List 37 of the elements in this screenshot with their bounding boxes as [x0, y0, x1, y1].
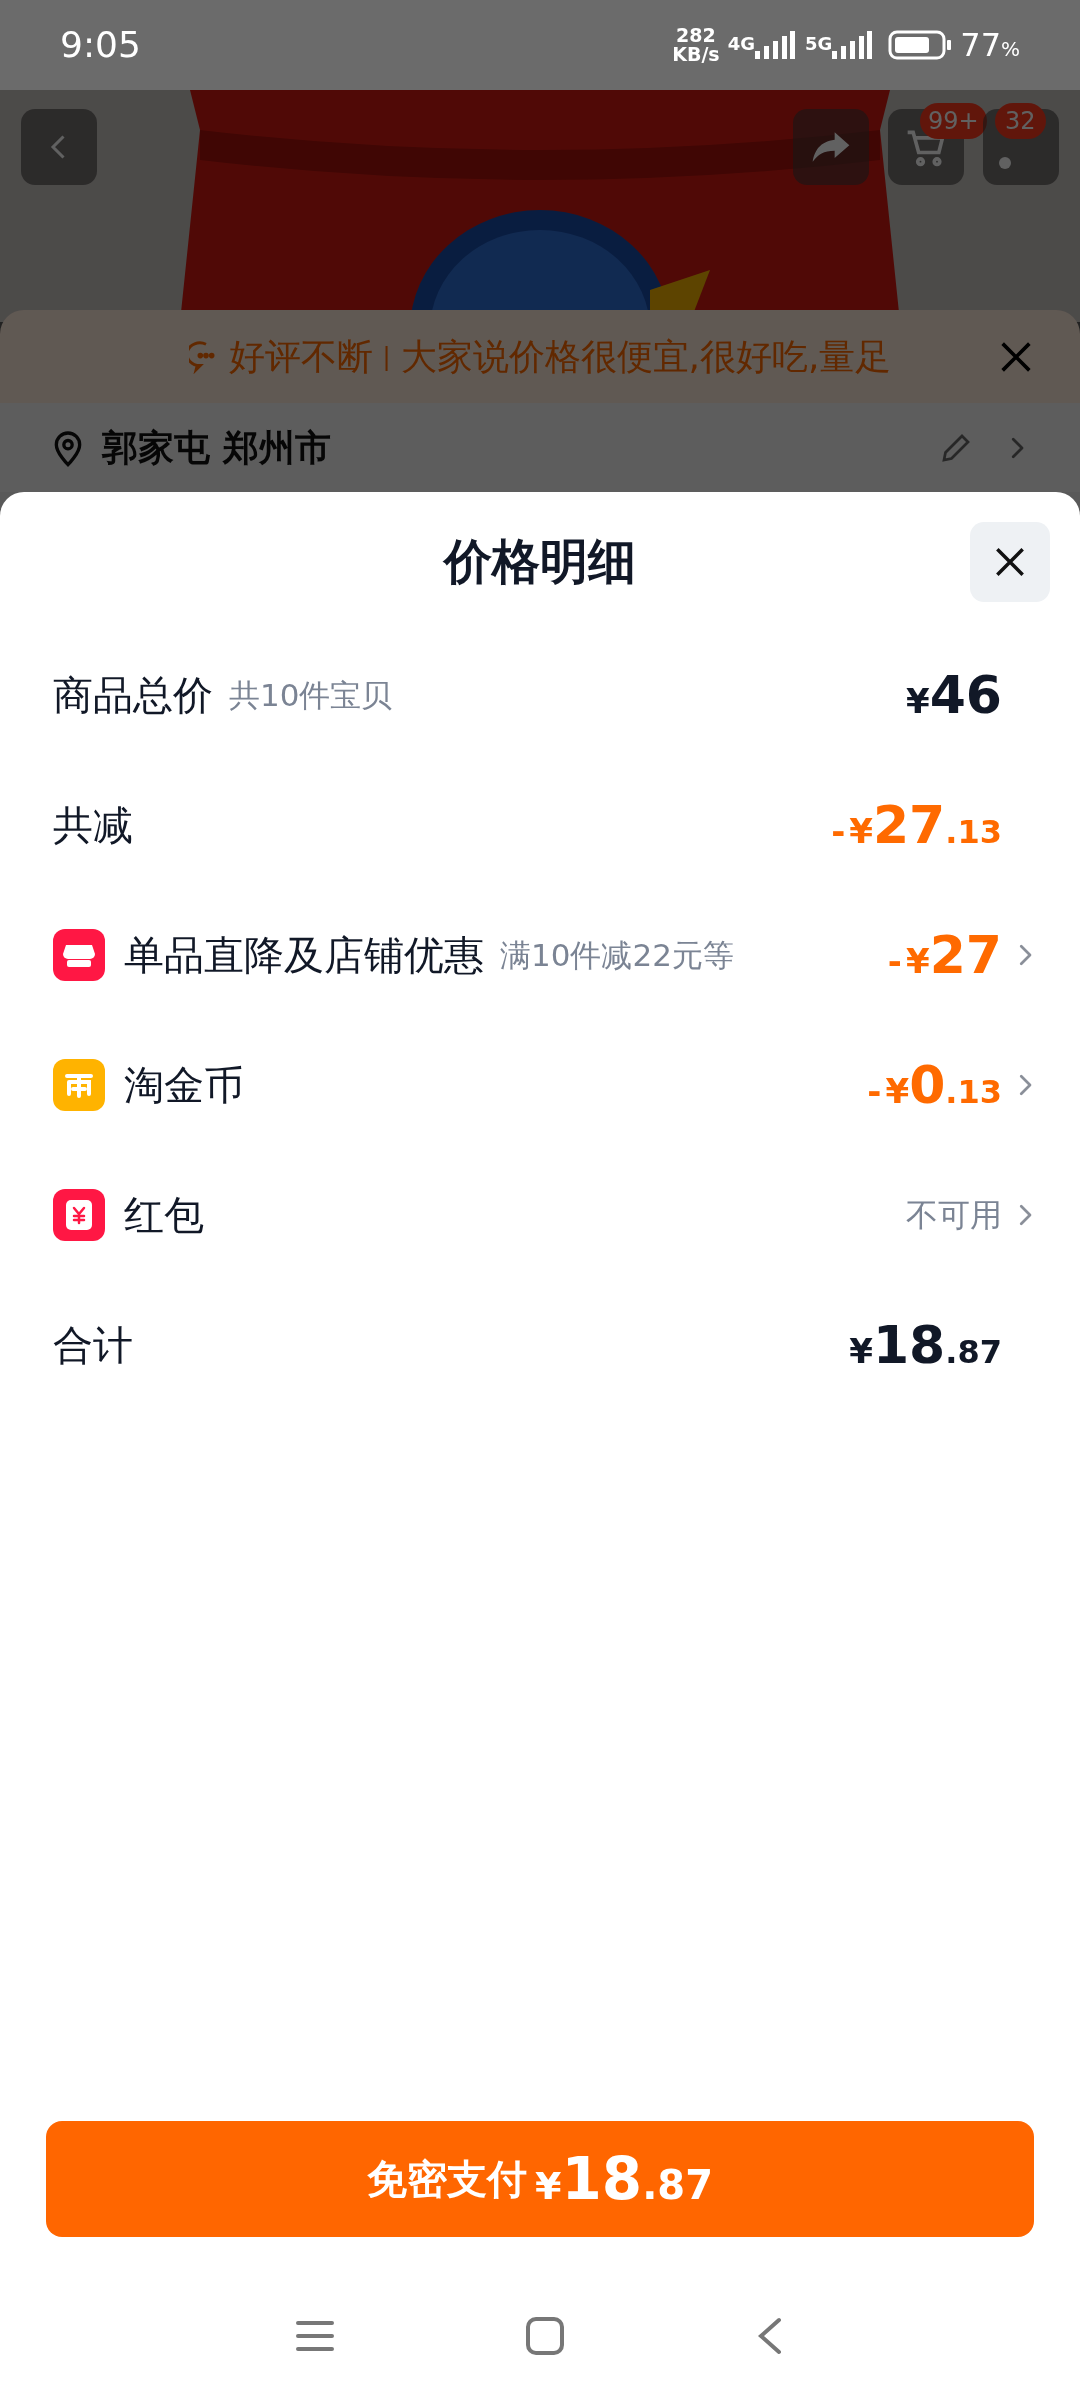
home-icon[interactable] — [525, 2315, 565, 2356]
network-speed: 282 KB/s — [672, 26, 720, 64]
store-icon — [53, 929, 105, 981]
cart-badge: 99+ — [920, 103, 987, 139]
row-label: 淘金币 — [124, 1061, 244, 1110]
price: ¥18.87 — [535, 2150, 713, 2208]
signal-icon — [832, 31, 873, 59]
signal-icon — [754, 31, 795, 59]
row-label: 合计 — [53, 1321, 133, 1370]
coin-icon — [53, 1059, 105, 1111]
row-label: 共减 — [53, 801, 133, 850]
battery-percent: 77% — [960, 25, 1020, 66]
row-label: 商品总价 — [53, 671, 213, 720]
row-note: 满10件减22元等 — [500, 935, 734, 975]
status-text: 不可用 — [906, 1195, 1002, 1236]
row-note: 共10件宝贝 — [229, 675, 393, 715]
row-label: 单品直降及店铺优惠 — [124, 931, 484, 980]
close-button[interactable] — [970, 522, 1050, 602]
address-text: 郭家屯 郑州市 — [102, 425, 331, 470]
sheet-title: 价格明细 — [444, 532, 636, 591]
network-type: 5G — [804, 32, 833, 56]
price: ¥18.87 — [849, 1319, 1002, 1371]
address-bar[interactable]: 郭家屯 郑州市 — [0, 403, 1080, 492]
battery-icon — [888, 30, 953, 60]
pay-button[interactable]: 免密支付 ¥18.87 — [46, 2121, 1034, 2237]
envelope-icon — [53, 1189, 105, 1241]
price: -¥0.13 — [867, 1059, 1002, 1111]
row-label: 红包 — [124, 1191, 204, 1240]
review-text: 大家说价格很便宜,很好吃,量足 — [400, 334, 892, 379]
divider-text: | — [382, 341, 391, 373]
review-tag: 好评不断 — [228, 329, 373, 384]
price: ¥46 — [905, 669, 1002, 721]
network-type: 4G — [727, 32, 755, 56]
price: -¥27.13 — [831, 799, 1002, 851]
price: -¥27 — [887, 929, 1002, 981]
clock-time: 9:05 — [60, 23, 141, 67]
dot-icon — [999, 157, 1011, 169]
